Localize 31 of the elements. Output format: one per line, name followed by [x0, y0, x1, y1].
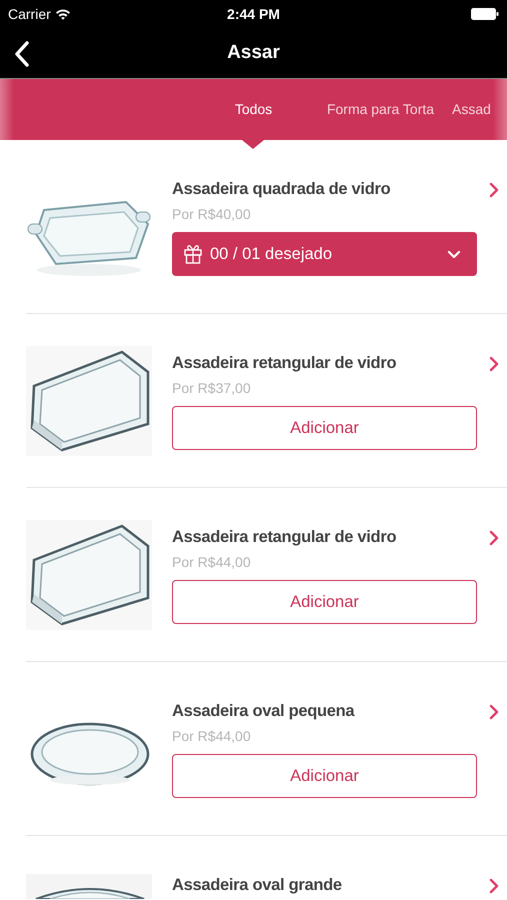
add-button[interactable]: Adicionar	[172, 580, 477, 624]
wifi-icon	[54, 8, 71, 20]
add-button[interactable]: Adicionar	[172, 754, 477, 798]
back-icon[interactable]	[14, 41, 30, 67]
chevron-right-icon[interactable]	[489, 356, 499, 372]
product-name: Assadeira oval grande	[172, 875, 343, 896]
tab-fade-edge	[0, 79, 14, 140]
gift-icon	[184, 244, 202, 264]
tab-fade-edge	[493, 79, 507, 140]
product-price: Por R$40,00	[172, 205, 252, 224]
product-price: Por R$37,00	[172, 379, 252, 398]
category-tab[interactable]: Todos	[190, 79, 317, 140]
chevron-right-icon[interactable]	[489, 530, 499, 546]
chevron-down-icon	[447, 250, 461, 258]
add-button[interactable]: Adicionar	[172, 406, 477, 450]
screen-title: Assar	[227, 40, 280, 65]
product-name: Assadeira quadrada de vidro	[172, 179, 392, 200]
clock-time: 2:44 PM	[227, 4, 280, 24]
product-name: Assadeira retangular de vidro	[172, 527, 398, 548]
product-price: Por R$44,00	[172, 727, 252, 746]
wishlist-dropdown[interactable]: 00 / 01 desejado	[172, 232, 477, 276]
product-name: Assadeira retangular de vidro	[172, 353, 398, 374]
product-price: Por R$44,00	[172, 553, 252, 572]
chevron-right-icon[interactable]	[489, 704, 499, 720]
category-tab[interactable]: Forma para Torta	[317, 79, 444, 140]
battery-icon	[471, 8, 499, 20]
carrier-label: Carrier	[8, 4, 51, 24]
category-tab[interactable]: Assad	[444, 79, 499, 140]
chevron-right-icon[interactable]	[489, 878, 499, 894]
product-name: Assadeira oval pequena	[172, 701, 356, 722]
chevron-right-icon[interactable]	[489, 182, 499, 198]
